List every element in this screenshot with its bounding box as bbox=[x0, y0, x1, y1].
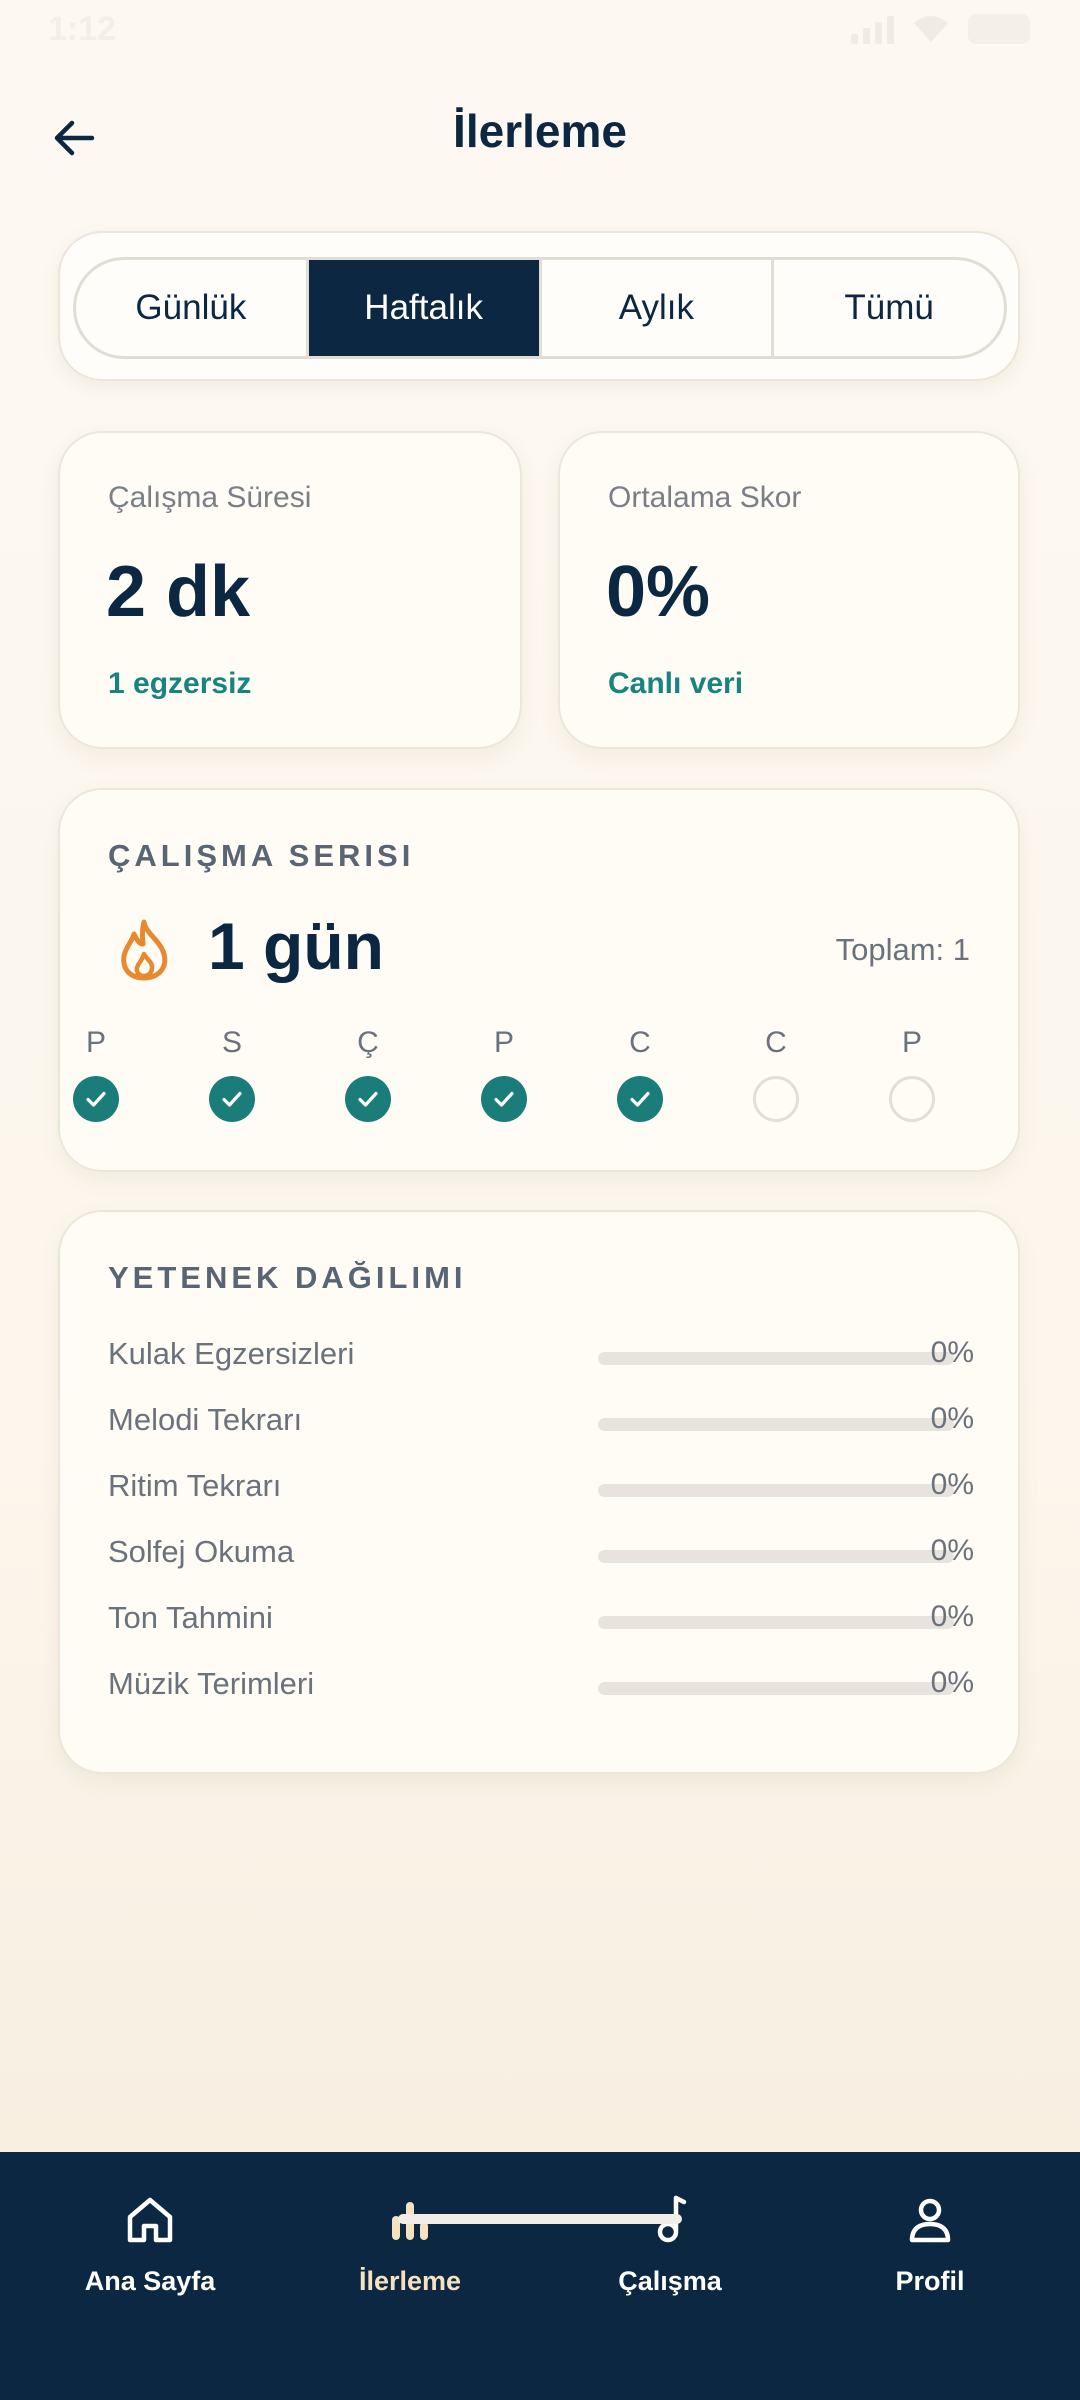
nav-profile-label: Profil bbox=[895, 2266, 965, 2296]
status-bar: 1:12 bbox=[0, 0, 1080, 60]
streak-day-label: C bbox=[765, 1026, 787, 1059]
study-time-sub: 1 egzersiz bbox=[108, 667, 252, 700]
streak-day-complete bbox=[617, 1076, 663, 1122]
skill-percent: 0% bbox=[930, 1336, 974, 1369]
tab-daily[interactable]: Günlük bbox=[76, 260, 309, 356]
study-time-label: Çalışma Süresi bbox=[108, 481, 312, 514]
nav-profile[interactable]: Profil bbox=[800, 2192, 1060, 2297]
skill-distribution-card: YETENEK DAĞILIMI Kulak Egzersizleri 0% Mel… bbox=[58, 1210, 1020, 1774]
home-indicator bbox=[398, 2214, 682, 2224]
flame-icon bbox=[121, 919, 168, 981]
nav-progress[interactable]: İlerleme bbox=[280, 2192, 540, 2297]
average-score-value: 0% bbox=[606, 552, 711, 632]
average-score-card: Ortalama Skor 0% Canlı veri bbox=[558, 431, 1020, 749]
period-selector-card: Günlük Haftalık Aylık Tümü bbox=[58, 231, 1020, 381]
skill-name: Solfej Okuma bbox=[108, 1534, 295, 1569]
streak-day: P bbox=[469, 1026, 539, 1122]
skill-name: Ritim Tekrarı bbox=[108, 1468, 282, 1503]
streak-day: S bbox=[197, 1026, 267, 1122]
skill-percent: 0% bbox=[930, 1402, 974, 1435]
streak-day-complete bbox=[209, 1076, 255, 1122]
nav-practice[interactable]: Çalışma bbox=[540, 2192, 800, 2297]
check-icon bbox=[630, 1091, 650, 1107]
skill-percent: 0% bbox=[930, 1600, 974, 1633]
average-score-label: Ortalama Skor bbox=[608, 481, 802, 514]
nav-home-label: Ana Sayfa bbox=[84, 2266, 216, 2296]
streak-day-label: P bbox=[85, 1026, 106, 1059]
home-icon bbox=[127, 2197, 173, 2243]
streak-day-complete bbox=[481, 1076, 527, 1122]
streak-day-empty bbox=[889, 1076, 935, 1122]
skill-distribution-title: YETENEK DAĞILIMI bbox=[108, 1260, 467, 1295]
check-icon bbox=[222, 1091, 242, 1107]
streak-day-label: S bbox=[221, 1026, 242, 1059]
streak-value: 1 gün bbox=[208, 909, 384, 983]
skill-percent: 0% bbox=[930, 1666, 974, 1699]
nav-practice-label: Çalışma bbox=[618, 2266, 722, 2296]
streak-day-label: P bbox=[493, 1026, 514, 1059]
status-time: 1:12 bbox=[48, 10, 117, 48]
tab-weekly[interactable]: Haftalık bbox=[308, 260, 542, 356]
streak-day: C bbox=[605, 1026, 675, 1122]
streak-title: ÇALIŞMA SERISI bbox=[108, 838, 415, 873]
person-icon bbox=[909, 2198, 951, 2243]
skill-percent: 0% bbox=[930, 1468, 974, 1501]
skill-name: Kulak Egzersizleri bbox=[108, 1336, 355, 1371]
skill-progress-bar bbox=[598, 1550, 954, 1563]
study-time-card: Çalışma Süresi 2 dk 1 egzersiz bbox=[58, 431, 522, 749]
skill-row: Solfej Okuma 0% bbox=[108, 1530, 974, 1580]
skill-name: Melodi Tekrarı bbox=[108, 1402, 303, 1437]
nav-progress-label: İlerleme bbox=[358, 2266, 462, 2296]
streak-day: P bbox=[877, 1026, 947, 1122]
bottom-nav: Ana Sayfa İlerleme Çalışma Profil bbox=[0, 2152, 1080, 2400]
study-time-value: 2 dk bbox=[106, 552, 251, 632]
check-icon bbox=[358, 1091, 378, 1107]
tab-all[interactable]: Tümü bbox=[774, 260, 1004, 356]
skill-row: Müzik Terimleri 0% bbox=[108, 1662, 974, 1712]
skill-name: Müzik Terimleri bbox=[108, 1666, 315, 1701]
streak-total: Toplam: 1 bbox=[835, 932, 970, 967]
streak-day: C bbox=[741, 1026, 811, 1122]
nav-home[interactable]: Ana Sayfa bbox=[20, 2192, 280, 2297]
streak-day-complete bbox=[73, 1076, 119, 1122]
status-icons bbox=[851, 14, 1030, 44]
skill-row: Ritim Tekrarı 0% bbox=[108, 1464, 974, 1514]
streak-day-label: C bbox=[629, 1026, 651, 1059]
check-icon bbox=[494, 1091, 514, 1107]
skill-row: Melodi Tekrarı 0% bbox=[108, 1398, 974, 1448]
battery-icon bbox=[968, 14, 1030, 44]
check-icon bbox=[86, 1091, 106, 1107]
streak-day-empty bbox=[753, 1076, 799, 1122]
streak-card: ÇALIŞMA SERISI 1 gün Toplam: 1 P S Ç P C C P bbox=[58, 788, 1020, 1172]
wifi-icon bbox=[914, 16, 948, 42]
period-selector: Günlük Haftalık Aylık Tümü bbox=[73, 257, 1007, 359]
skill-progress-bar bbox=[598, 1418, 954, 1431]
page-title: İlerleme bbox=[453, 105, 627, 157]
skill-progress-bar bbox=[598, 1616, 954, 1629]
skill-name: Ton Tahmini bbox=[108, 1600, 273, 1635]
average-score-sub: Canlı veri bbox=[608, 667, 744, 700]
streak-day-label: Ç bbox=[357, 1026, 379, 1059]
streak-day-complete bbox=[345, 1076, 391, 1122]
signal-icon bbox=[851, 14, 894, 44]
streak-day: P bbox=[61, 1026, 131, 1122]
streak-day: Ç bbox=[333, 1026, 403, 1122]
skill-progress-bar bbox=[598, 1352, 954, 1365]
skill-progress-bar bbox=[598, 1484, 954, 1497]
skill-row: Kulak Egzersizleri 0% bbox=[108, 1332, 974, 1382]
skill-progress-bar bbox=[598, 1682, 954, 1695]
tab-monthly[interactable]: Aylık bbox=[542, 260, 775, 356]
skill-percent: 0% bbox=[930, 1534, 974, 1567]
skill-row: Ton Tahmini 0% bbox=[108, 1596, 974, 1646]
streak-day-label: P bbox=[901, 1026, 922, 1059]
